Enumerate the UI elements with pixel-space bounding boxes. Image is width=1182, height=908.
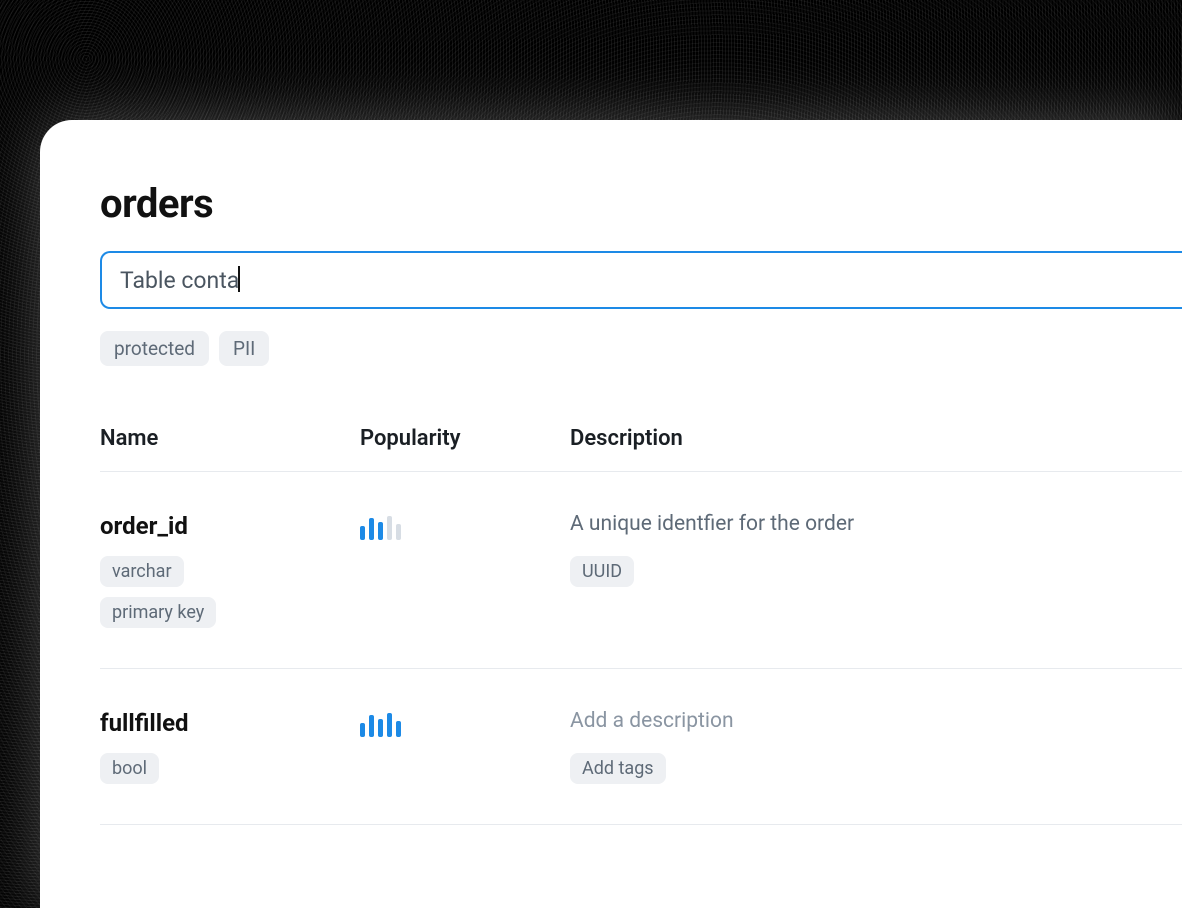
field-type-tag[interactable]: bool [100,753,159,784]
field-description[interactable]: A unique identfier for the order [570,512,1182,536]
table-title: orders [100,180,1182,227]
field-name[interactable]: order_id [100,512,360,540]
field-row: fullfilled bool Add a description Add ta… [100,669,1182,825]
column-header-description: Description [570,426,1182,451]
column-header-name: Name [100,426,360,451]
table-tags: protected PII [100,331,1182,366]
columns-header: Name Popularity Description [100,426,1182,472]
field-popularity-cell [360,512,570,540]
popularity-icon [360,711,570,737]
input-value: Table conta [120,267,239,294]
field-tag[interactable]: UUID [570,556,634,587]
field-description-placeholder[interactable]: Add a description [570,709,1182,733]
popularity-bar [378,522,383,540]
field-type-tag[interactable]: primary key [100,597,216,628]
field-description-cell: A unique identfier for the order UUID [570,512,1182,587]
popularity-icon [360,514,570,540]
table-description-input[interactable]: Table conta [100,251,1182,309]
text-caret [238,266,240,292]
popularity-bar [369,715,374,737]
popularity-bar [396,524,401,540]
popularity-bar [369,518,374,540]
field-name-cell: fullfilled bool [100,709,360,784]
catalog-panel: orders Table conta protected PII Name Po… [40,120,1182,908]
field-popularity-cell [360,709,570,737]
popularity-bar [360,526,365,540]
field-description-cell: Add a description Add tags [570,709,1182,784]
table-tag[interactable]: PII [219,331,269,366]
column-header-popularity: Popularity [360,426,570,451]
field-type-tag[interactable]: varchar [100,556,184,587]
add-tags-button[interactable]: Add tags [570,753,666,784]
field-name[interactable]: fullfilled [100,709,360,737]
popularity-bar [387,516,392,540]
field-row: order_id varchar primary key A unique id… [100,472,1182,669]
popularity-bar [360,723,365,737]
popularity-bar [387,713,392,737]
field-name-cell: order_id varchar primary key [100,512,360,628]
popularity-bar [378,719,383,737]
table-tag[interactable]: protected [100,331,209,366]
popularity-bar [396,721,401,737]
